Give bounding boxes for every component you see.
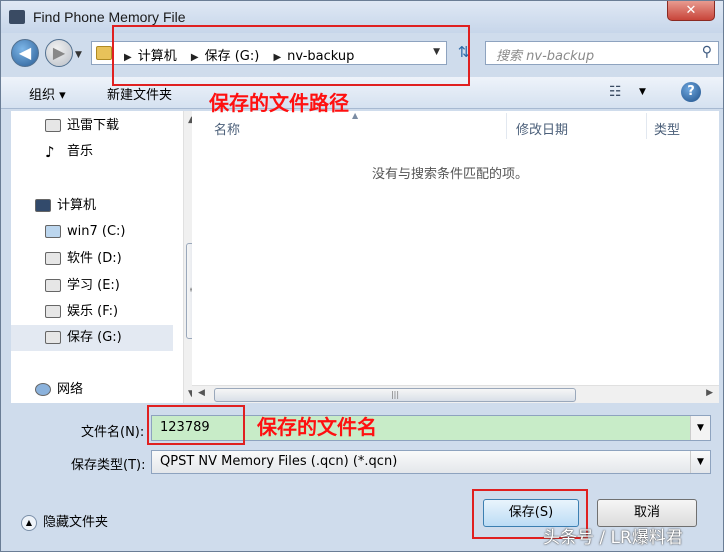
filename-annotation: 保存的文件名 xyxy=(257,415,377,439)
view-dropdown-icon[interactable]: ▼ xyxy=(639,87,646,97)
help-icon[interactable]: ? xyxy=(681,82,701,102)
download-folder-icon xyxy=(45,119,61,132)
file-list: ▲ 名称 修改日期 类型 没有与搜索条件匹配的项。 ◀ ||| ▶ xyxy=(192,111,719,403)
sidebar-item-label: 迅雷下载 xyxy=(67,118,120,133)
sidebar-item-label: 学习 (E:) xyxy=(67,278,120,293)
sidebar-item-label: 保存 (G:) xyxy=(67,330,122,345)
sidebar-item-label: win7 (C:) xyxy=(67,224,126,239)
scroll-right-icon[interactable]: ▶ xyxy=(706,388,713,398)
column-divider[interactable] xyxy=(506,113,507,139)
sidebar-item-drive-d[interactable]: 软件 (D:) xyxy=(11,246,173,272)
back-button[interactable]: ◀ xyxy=(11,39,39,67)
path-annotation: 保存的文件路径 xyxy=(209,91,349,115)
sidebar-item-computer[interactable]: 计算机 xyxy=(11,193,173,219)
drive-icon xyxy=(45,252,61,265)
drive-icon xyxy=(45,331,61,344)
window-title: Find Phone Memory File xyxy=(33,9,186,25)
sidebar-item-label: 计算机 xyxy=(57,198,97,213)
filename-dropdown-icon[interactable]: ▼ xyxy=(690,416,710,440)
sidebar-item-label: 网络 xyxy=(57,382,84,397)
filetype-value: QPST NV Memory Files (.qcn) (*.qcn) xyxy=(160,454,398,469)
filename-highlight-box xyxy=(147,405,245,445)
drive-icon xyxy=(45,305,61,318)
music-icon: ♪ xyxy=(45,143,55,161)
search-icon[interactable]: ⚲ xyxy=(702,44,712,60)
search-input[interactable]: 搜索 nv-backup xyxy=(496,45,594,64)
filetype-label: 保存类型(T): xyxy=(71,458,146,473)
scroll-left-icon[interactable]: ◀ xyxy=(198,388,205,398)
sidebar-item-music[interactable]: ♪ 音乐 xyxy=(11,139,173,165)
file-list-hscrollbar[interactable]: ◀ ||| ▶ xyxy=(192,385,719,403)
app-icon xyxy=(9,10,25,24)
column-header-type[interactable]: 类型 xyxy=(654,119,680,138)
view-options-icon[interactable]: ☷ xyxy=(609,84,622,100)
column-header-date[interactable]: 修改日期 xyxy=(516,119,568,138)
sidebar-item-label: 娱乐 (F:) xyxy=(67,304,119,319)
hide-folders-button[interactable]: ▲ 隐藏文件夹 xyxy=(21,511,108,531)
system-drive-icon xyxy=(45,225,61,238)
folder-icon xyxy=(96,46,112,60)
computer-icon xyxy=(35,199,51,212)
filetype-dropdown-icon[interactable]: ▼ xyxy=(690,451,710,473)
save-file-dialog: Find Phone Memory File ✕ ◀ ▶ ▼ ▶ 计算机 ▶ 保存 … xyxy=(0,0,724,552)
drive-icon xyxy=(45,279,61,292)
column-divider[interactable] xyxy=(646,113,647,139)
search-box[interactable]: 搜索 nv-backup ⚲ xyxy=(485,41,719,65)
sort-ascending-icon: ▲ xyxy=(352,111,359,120)
organize-menu-button[interactable]: 组织 ▾ xyxy=(29,84,66,103)
filetype-select[interactable]: QPST NV Memory Files (.qcn) (*.qcn) ▼ xyxy=(151,450,711,474)
network-icon xyxy=(35,383,51,396)
sidebar-item-drive-g[interactable]: 保存 (G:) xyxy=(11,325,173,351)
sidebar-item-network[interactable]: 网络 xyxy=(11,377,173,403)
column-header-name[interactable]: 名称 xyxy=(214,119,240,138)
watermark: 头条号 / LR爆料君 xyxy=(543,528,683,548)
sidebar-item-drive-c[interactable]: win7 (C:) xyxy=(11,219,173,245)
forward-button[interactable]: ▶ xyxy=(45,39,73,67)
sidebar-item-label: 软件 (D:) xyxy=(67,251,122,266)
filename-label: 文件名(N): xyxy=(81,425,145,440)
sidebar-item-label: 音乐 xyxy=(67,144,94,159)
navigation-pane: 迅雷下载 ♪ 音乐 计算机 win7 (C:) 软件 (D:) 学习 (E:) 娱… xyxy=(11,111,200,403)
chevron-up-icon: ▲ xyxy=(21,514,37,531)
hide-folders-label: 隐藏文件夹 xyxy=(43,515,109,530)
sidebar-item-drive-e[interactable]: 学习 (E:) xyxy=(11,273,173,299)
sidebar-item-drive-f[interactable]: 娱乐 (F:) xyxy=(11,299,173,325)
close-button[interactable]: ✕ xyxy=(667,1,715,21)
recent-pages-dropdown-icon[interactable]: ▼ xyxy=(75,50,82,60)
sidebar-item-xunlei[interactable]: 迅雷下载 xyxy=(11,113,173,139)
empty-message: 没有与搜索条件匹配的项。 xyxy=(372,167,529,182)
new-folder-button[interactable]: 新建文件夹 xyxy=(107,84,172,103)
path-highlight-box xyxy=(112,25,470,86)
scrollbar-thumb[interactable]: ||| xyxy=(214,388,576,402)
